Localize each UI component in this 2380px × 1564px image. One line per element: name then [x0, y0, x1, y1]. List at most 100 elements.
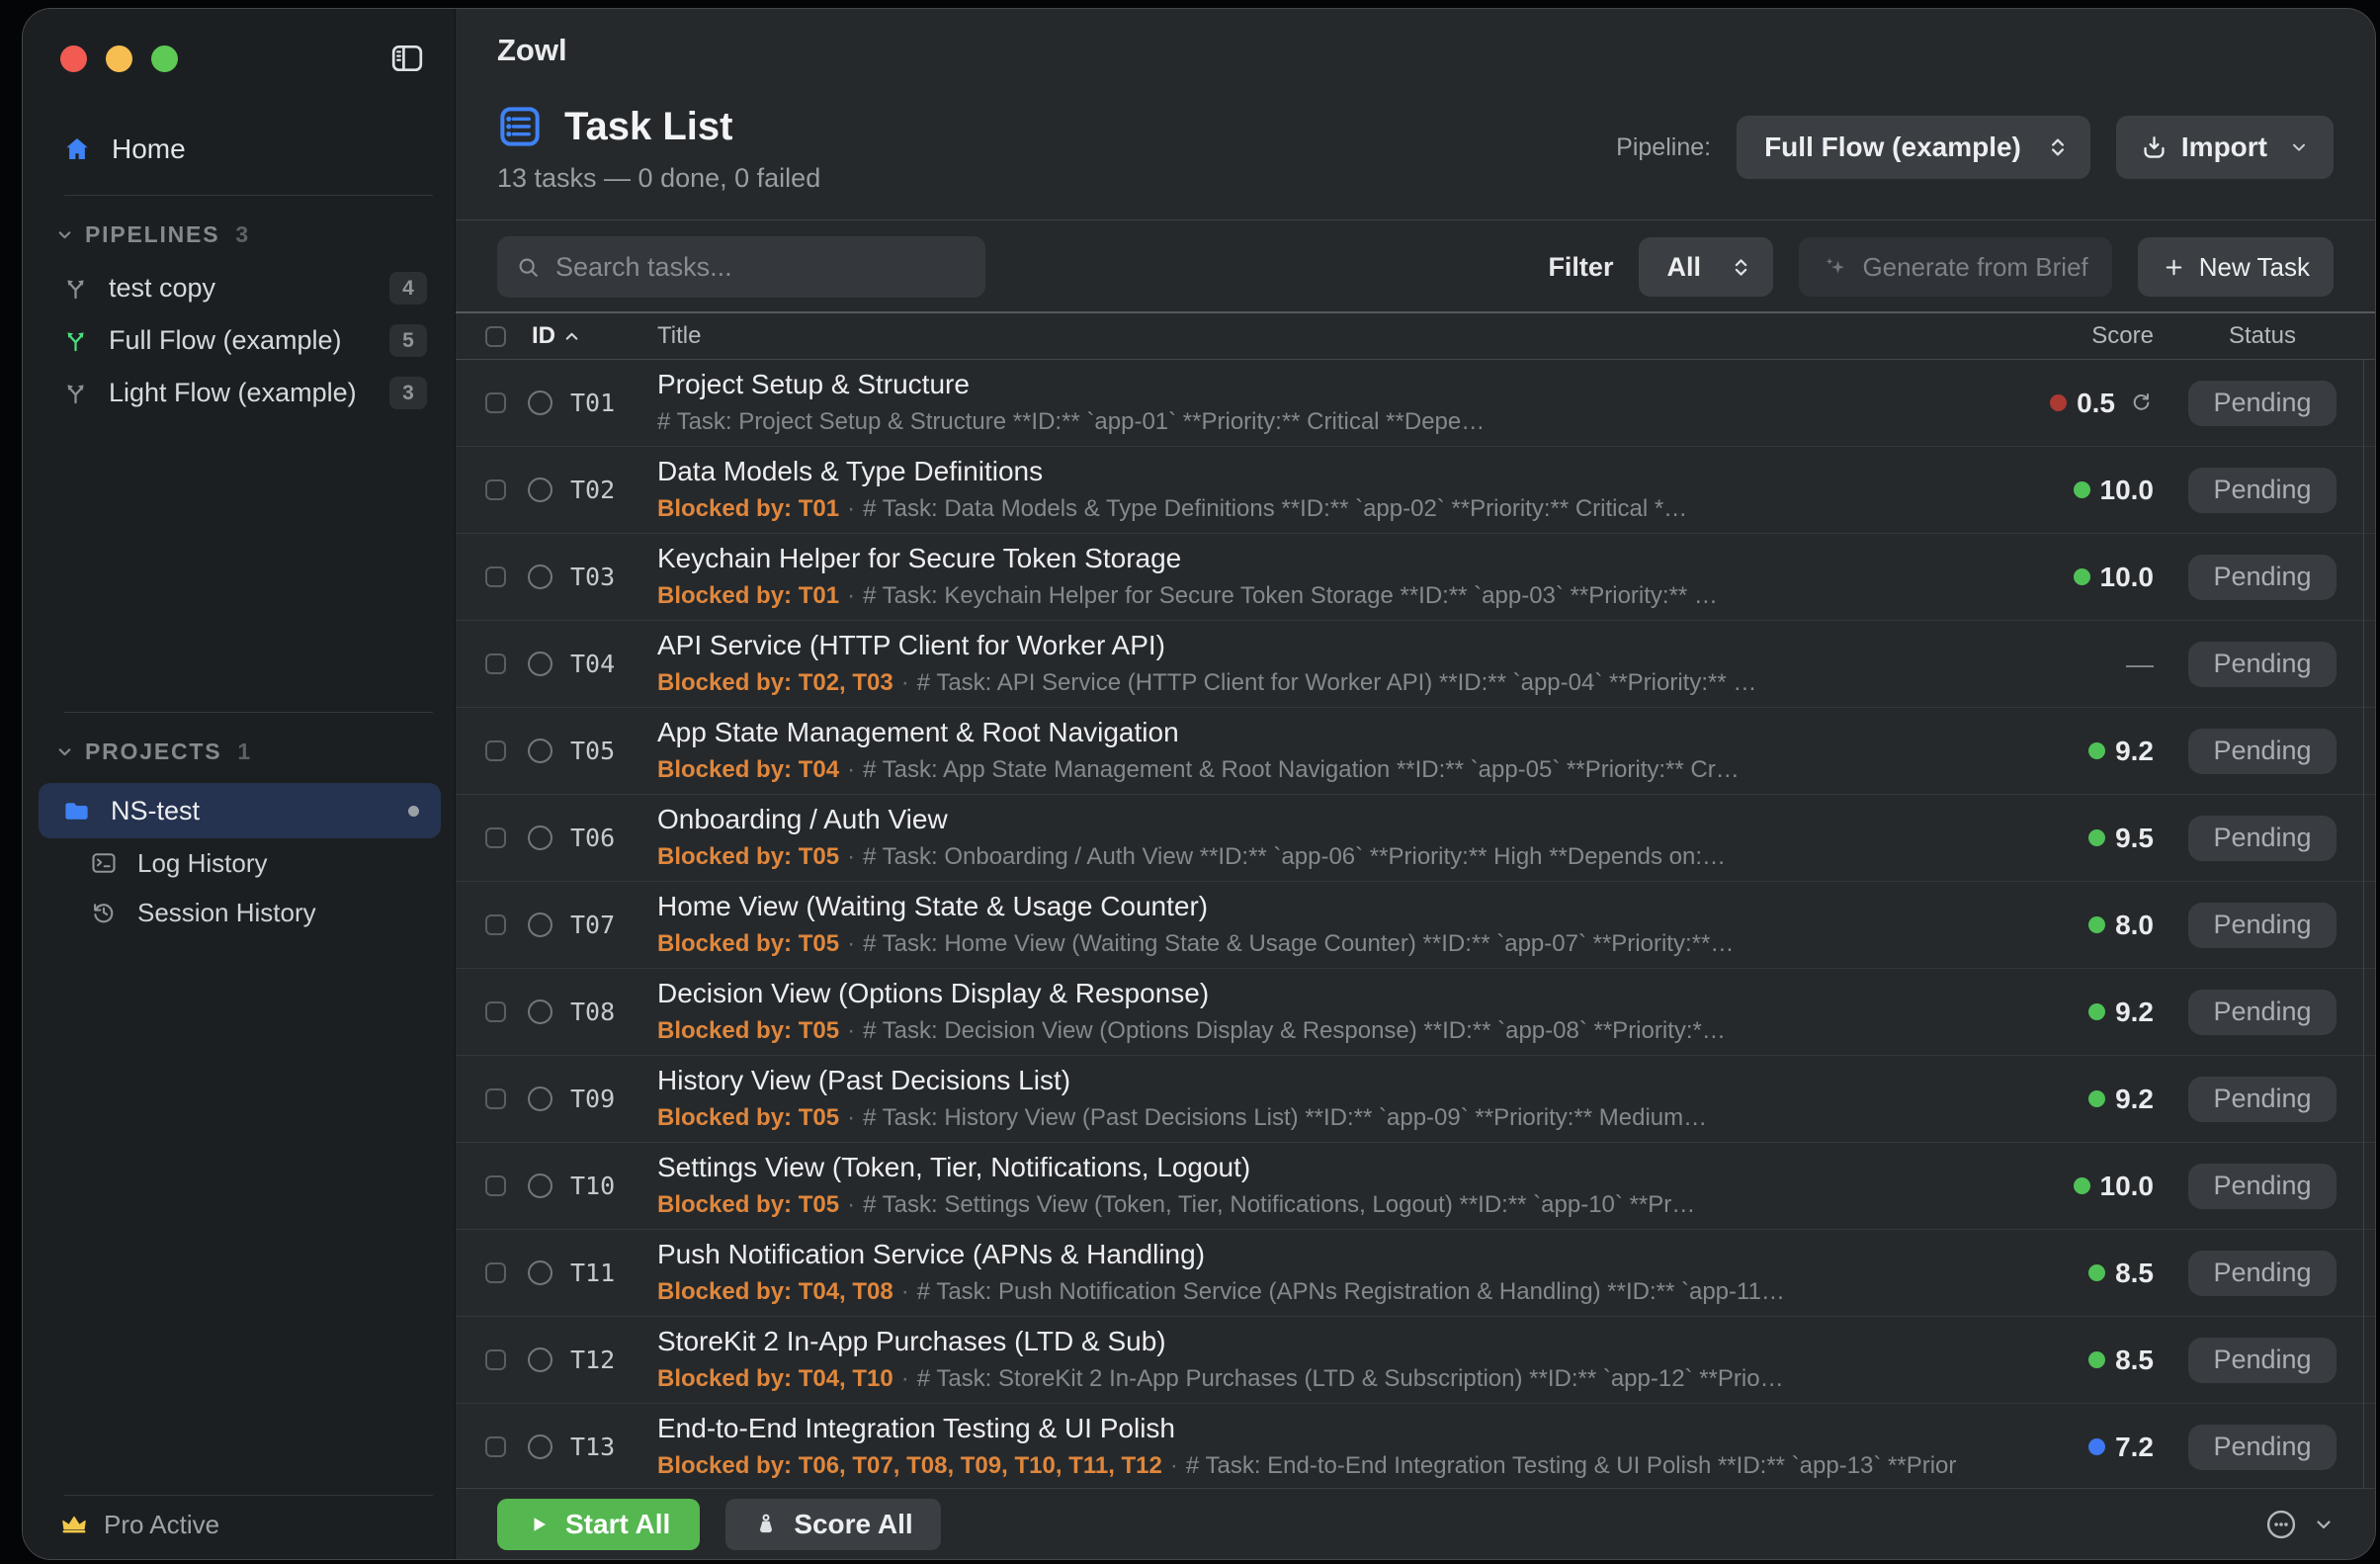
- close-window-button[interactable]: [60, 45, 87, 72]
- minimize-window-button[interactable]: [106, 45, 132, 72]
- status-badge: Pending: [2188, 1338, 2336, 1383]
- task-status-ring[interactable]: [528, 739, 552, 763]
- search-box[interactable]: [497, 236, 985, 298]
- row-checkbox[interactable]: [485, 1001, 506, 1022]
- task-status-ring[interactable]: [528, 999, 552, 1024]
- generate-from-brief-button[interactable]: Generate from Brief: [1799, 237, 2111, 297]
- sidebar-item-pipeline[interactable]: Light Flow (example) 3: [23, 367, 455, 419]
- row-checkbox[interactable]: [485, 1349, 506, 1370]
- task-status-ring[interactable]: [528, 1260, 552, 1285]
- sidebar-item-project[interactable]: NS-test: [39, 783, 441, 838]
- task-title: API Service (HTTP Client for Worker API): [657, 631, 1958, 661]
- score-value: 9.2: [2115, 997, 2154, 1028]
- separator-dot: ·: [901, 1365, 909, 1392]
- column-header-status[interactable]: Status: [2193, 322, 2332, 350]
- blocked-by-label: Blocked by: T04: [657, 756, 839, 783]
- filter-label: Filter: [1548, 252, 1613, 283]
- pipelines-section-header[interactable]: PIPELINES 3: [23, 221, 455, 248]
- table-row[interactable]: T03 Keychain Helper for Secure Token Sto…: [456, 534, 2375, 621]
- task-status-ring[interactable]: [528, 912, 552, 937]
- row-checkbox[interactable]: [485, 914, 506, 935]
- start-all-button[interactable]: Start All: [497, 1499, 700, 1550]
- sidebar-item-pipeline[interactable]: Full Flow (example) 5: [23, 314, 455, 367]
- task-description: # Task: App State Management & Root Navi…: [863, 756, 1740, 783]
- row-checkbox[interactable]: [485, 566, 506, 587]
- table-row[interactable]: T08 Decision View (Options Display & Res…: [456, 969, 2375, 1056]
- row-checkbox[interactable]: [485, 1262, 506, 1283]
- pipeline-label: Pipeline:: [1616, 133, 1711, 162]
- search-input[interactable]: [555, 252, 968, 283]
- score-dot: [2088, 1264, 2105, 1281]
- pro-status[interactable]: Pro Active: [23, 1496, 455, 1559]
- row-checkbox[interactable]: [485, 653, 506, 674]
- task-title: Data Models & Type Definitions: [657, 457, 1958, 487]
- task-score: 8.5: [1986, 1258, 2154, 1289]
- new-task-button[interactable]: New Task: [2138, 237, 2334, 297]
- table-row[interactable]: T09 History View (Past Decisions List) B…: [456, 1056, 2375, 1143]
- row-checkbox[interactable]: [485, 1175, 506, 1196]
- table-row[interactable]: T02 Data Models & Type Definitions Block…: [456, 447, 2375, 534]
- projects-section-header[interactable]: PROJECTS 1: [23, 739, 455, 765]
- scrollbar-track[interactable]: [2363, 360, 2364, 1488]
- chevron-down-icon[interactable]: [2312, 1513, 2336, 1536]
- table-row[interactable]: T01 Project Setup & Structure # Task: Pr…: [456, 360, 2375, 447]
- score-value: —: [2126, 649, 2154, 680]
- sidebar-item-home[interactable]: Home: [23, 124, 455, 175]
- crown-icon: [60, 1514, 88, 1535]
- task-status-ring[interactable]: [528, 1434, 552, 1459]
- score-dot: [2088, 1351, 2105, 1368]
- row-checkbox[interactable]: [485, 1088, 506, 1109]
- task-status-ring[interactable]: [528, 652, 552, 676]
- row-checkbox[interactable]: [485, 740, 506, 761]
- status-badge: Pending: [2188, 1164, 2336, 1209]
- task-status-ring[interactable]: [528, 1173, 552, 1198]
- task-score: 9.2: [1986, 997, 2154, 1028]
- separator-dot: ·: [847, 495, 855, 522]
- status-badge: Pending: [2188, 903, 2336, 948]
- task-status-ring[interactable]: [528, 825, 552, 850]
- task-status-ring[interactable]: [528, 478, 552, 502]
- folder-icon: [62, 797, 91, 825]
- table-row[interactable]: T12 StoreKit 2 In-App Purchases (LTD & S…: [456, 1317, 2375, 1404]
- task-id: T03: [570, 563, 639, 591]
- task-id: T08: [570, 998, 639, 1026]
- score-value: 9.2: [2115, 1084, 2154, 1115]
- sidebar-toggle-icon[interactable]: [385, 39, 429, 78]
- score-value: 10.0: [2100, 475, 2155, 506]
- table-row[interactable]: T07 Home View (Waiting State & Usage Cou…: [456, 882, 2375, 969]
- sidebar-item-log-history[interactable]: Log History: [23, 838, 455, 888]
- table-row[interactable]: T05 App State Management & Root Navigati…: [456, 708, 2375, 795]
- project-child-label: Log History: [137, 848, 268, 879]
- import-button[interactable]: Import: [2116, 116, 2334, 179]
- task-description: # Task: End-to-End Integration Testing &…: [1186, 1452, 1958, 1479]
- column-header-score[interactable]: Score: [1986, 322, 2154, 350]
- column-header-id[interactable]: ID: [532, 322, 555, 350]
- task-status-ring[interactable]: [528, 1086, 552, 1111]
- filter-select[interactable]: All: [1639, 237, 1773, 297]
- row-checkbox[interactable]: [485, 827, 506, 848]
- ellipsis-circle-icon[interactable]: [2263, 1507, 2299, 1542]
- table-row[interactable]: T10 Settings View (Token, Tier, Notifica…: [456, 1143, 2375, 1230]
- task-title: Settings View (Token, Tier, Notification…: [657, 1153, 1958, 1183]
- sidebar-item-pipeline[interactable]: test copy 4: [23, 262, 455, 314]
- task-status-ring[interactable]: [528, 391, 552, 415]
- zoom-window-button[interactable]: [151, 45, 178, 72]
- row-checkbox[interactable]: [485, 1436, 506, 1457]
- retry-icon[interactable]: [2129, 391, 2154, 415]
- table-row[interactable]: T11 Push Notification Service (APNs & Ha…: [456, 1230, 2375, 1317]
- pipeline-select[interactable]: Full Flow (example): [1737, 116, 2090, 179]
- task-title: Decision View (Options Display & Respons…: [657, 979, 1958, 1009]
- score-all-button[interactable]: Score All: [725, 1499, 940, 1550]
- task-status-ring[interactable]: [528, 1347, 552, 1372]
- table-row[interactable]: T06 Onboarding / Auth View Blocked by: T…: [456, 795, 2375, 882]
- column-header-title[interactable]: Title: [657, 322, 1986, 350]
- sidebar-item-session-history[interactable]: Session History: [23, 888, 455, 937]
- table-row[interactable]: T04 API Service (HTTP Client for Worker …: [456, 621, 2375, 708]
- row-checkbox[interactable]: [485, 479, 506, 500]
- table-row[interactable]: T13 End-to-End Integration Testing & UI …: [456, 1404, 2375, 1488]
- task-status-ring[interactable]: [528, 565, 552, 589]
- task-status: Pending: [2193, 642, 2332, 687]
- row-checkbox[interactable]: [485, 392, 506, 413]
- select-all-checkbox[interactable]: [485, 326, 506, 347]
- separator-dot: ·: [1170, 1452, 1178, 1479]
